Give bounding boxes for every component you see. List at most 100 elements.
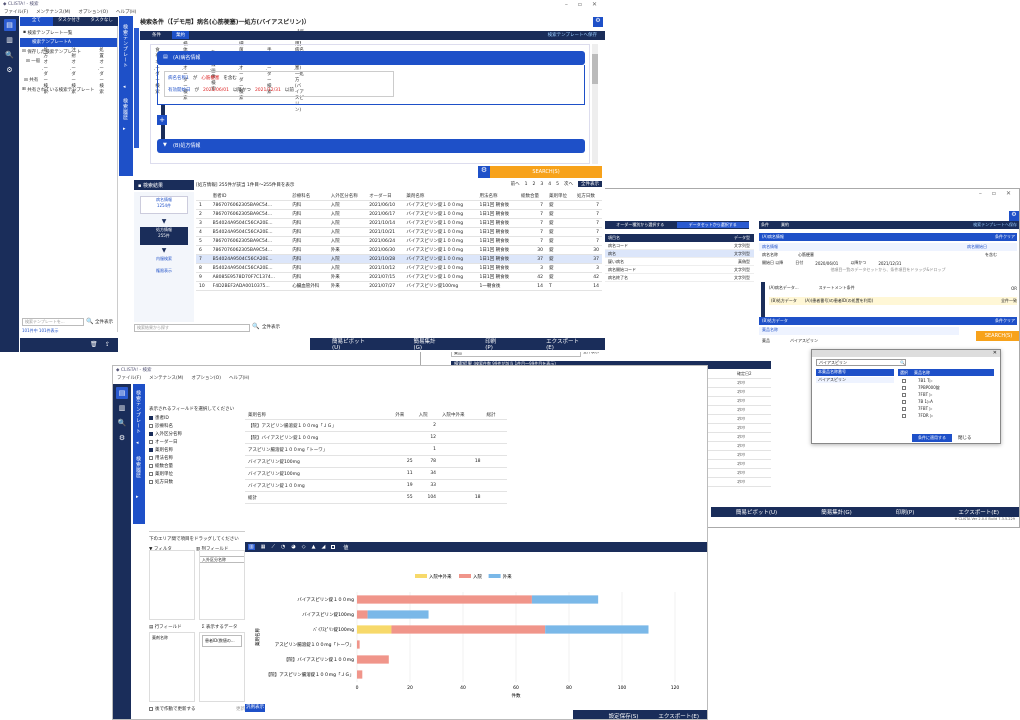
save-template-link[interactable]: 検索テンプレートへ保存 xyxy=(548,32,597,38)
side-prescription-info[interactable]: 処方情報 255件 xyxy=(140,227,188,245)
value-drop-area[interactable]: 患者ID(数値の... xyxy=(199,632,245,702)
bar-chart-icon[interactable]: ▥ xyxy=(248,544,255,550)
field-checkbox[interactable] xyxy=(149,480,153,484)
value-field-chip[interactable]: 患者ID(数値の... xyxy=(202,635,242,647)
menu-item[interactable]: オプション(O) xyxy=(78,9,108,15)
bar-segment[interactable] xyxy=(391,625,546,634)
cond-scrollbar[interactable] xyxy=(592,44,598,164)
menu-item[interactable]: ファイル(F) xyxy=(4,9,28,15)
table-row[interactable]: 6 7867076062305BA9C54... 内科 外来 2021/06/30 バイア… xyxy=(196,245,602,255)
menu-item[interactable]: ヘルプ(H) xyxy=(229,375,249,381)
column-header[interactable]: 総数合量 xyxy=(518,192,546,201)
tab-with-task[interactable]: タスク付き xyxy=(53,17,86,26)
save-settings-button[interactable]: 設定保存(S) xyxy=(599,712,649,720)
popup-list-item[interactable]: 7FBT ▷ xyxy=(898,391,994,398)
pivot-button[interactable]: 簡易ピボット(U) xyxy=(310,337,392,351)
field-row[interactable]: 疑い病名 真偽型 xyxy=(604,258,754,266)
donut-chart-icon[interactable]: ◕ xyxy=(291,544,295,550)
search-icon[interactable]: 🔍 xyxy=(116,417,128,429)
w2-print-button[interactable]: 印刷(P) xyxy=(874,508,937,516)
vtab-template[interactable]: 検索テンプレート xyxy=(135,390,142,434)
w3-export-button[interactable]: エクスポート(E) xyxy=(648,712,707,720)
tree-item[interactable]: · 注射オーダー検索 xyxy=(48,48,76,95)
bar-segment[interactable] xyxy=(357,640,360,649)
popup-search-input[interactable]: バイアスピリン 🔍 xyxy=(816,359,906,366)
scatter-chart-icon[interactable]: ◢ xyxy=(321,544,325,550)
field-checkbox[interactable] xyxy=(149,448,153,452)
area-chart-icon[interactable]: ▲ xyxy=(312,544,316,550)
pager-item[interactable]: 前へ xyxy=(511,181,520,187)
tree-item[interactable]: · 処方オーダー検索 xyxy=(20,48,48,95)
field-checkbox[interactable] xyxy=(149,432,153,436)
bar-segment[interactable] xyxy=(357,655,389,664)
field-row[interactable]: 病名開始コード 文字列型 xyxy=(604,266,754,274)
table-row[interactable]: 7 B54024A9504C56CA20E... 内科 入院 2021/10/28 バイア… xyxy=(196,254,602,264)
bar-segment[interactable] xyxy=(545,625,649,634)
w2-search-button[interactable]: SEARCH(S) xyxy=(976,331,1019,341)
popup-list-item[interactable]: 7B1 T▷ xyxy=(898,377,994,384)
tab-conditions[interactable]: 条件 xyxy=(761,222,769,228)
side-disease-info[interactable]: 病名情報 1254件 xyxy=(140,196,188,214)
defer-checkbox[interactable] xyxy=(149,707,153,711)
field-checkbox[interactable] xyxy=(149,416,153,420)
bar-segment[interactable] xyxy=(357,625,392,634)
gear-icon[interactable]: ⚙ xyxy=(116,432,128,444)
table-row[interactable]: 8 B54024A9504C56CA20E... 内科 入院 2021/10/12 バイア… xyxy=(196,263,602,273)
settings-gear-icon[interactable]: ⚙ xyxy=(478,166,490,178)
field-row[interactable]: 病名終了名 文字列型 xyxy=(604,274,754,282)
field-row[interactable]: 病名 文字列型 xyxy=(604,250,754,258)
clear-b-button[interactable]: 条件クリア xyxy=(995,318,1015,324)
template-search-input[interactable]: 検索テンプレートを... xyxy=(22,318,84,326)
expand-right-icon[interactable]: ▸ xyxy=(123,126,126,132)
tab-conditions[interactable]: 条件 xyxy=(152,32,161,38)
field-checkbox[interactable] xyxy=(149,424,153,428)
pivot-field-option[interactable]: 用法名称 xyxy=(149,454,245,462)
item-checkbox[interactable] xyxy=(902,385,906,390)
column-header[interactable]: オーダー日 xyxy=(366,192,404,201)
gear-icon[interactable]: ⚙ xyxy=(593,17,603,27)
w2-export-button[interactable]: エクスポート(E) xyxy=(936,508,1019,516)
bar-segment[interactable] xyxy=(357,595,532,604)
value-checkbox[interactable] xyxy=(331,545,336,549)
pager-item[interactable]: 次へ xyxy=(564,181,573,187)
bar-segment[interactable] xyxy=(367,610,429,619)
trash-icon[interactable]: 🗑 xyxy=(90,341,98,348)
search-button[interactable]: SEARCH(S) xyxy=(490,166,602,178)
pager-item[interactable]: 4 xyxy=(548,182,551,187)
item-checkbox[interactable] xyxy=(902,413,906,418)
col-field-chip[interactable]: 入外区分名称 xyxy=(199,556,245,563)
tab-without-task[interactable]: タスクなし xyxy=(85,17,118,26)
bar-segment[interactable] xyxy=(357,670,363,679)
pager-item[interactable]: 5 xyxy=(556,182,559,187)
pivot-field-option[interactable]: 総数合量 xyxy=(149,462,245,470)
column-header[interactable]: 用法名称 xyxy=(476,192,519,201)
popup-list-item[interactable]: 7B 1▷A xyxy=(898,398,994,405)
tree-item[interactable]: · 処置オーダー検索 xyxy=(76,48,104,95)
minimize-icon[interactable]: – xyxy=(979,190,982,197)
tab-summary[interactable]: 業約 xyxy=(781,222,789,228)
save-template-link[interactable]: 検索テンプレートへ保存 xyxy=(973,222,1017,228)
w2-aggregate-button[interactable]: 簡易集計(G) xyxy=(799,508,874,516)
popup-list-item[interactable]: 7FBT ▷ xyxy=(898,405,994,412)
side-internal-search[interactable]: 内服検索 xyxy=(140,256,188,262)
template-search-icon[interactable]: 🔍 xyxy=(86,318,93,325)
menu-item[interactable]: オプション(O) xyxy=(191,375,221,381)
tab-all[interactable]: 全て xyxy=(20,17,53,26)
table-row[interactable]: 1 7867076062305BA9C54... 内科 入院 2021/06/10 バイア… xyxy=(196,200,602,210)
pager-item[interactable]: 3 xyxy=(540,182,543,187)
vtab-history[interactable]: 検索履歴 xyxy=(135,456,142,478)
table-row[interactable]: 9 A8085E9578D70F7C1374... 内科 外来 2021/07/15 バイ… xyxy=(196,272,602,282)
pager-show-all[interactable]: 全件表示 xyxy=(578,181,602,187)
field-checkbox[interactable] xyxy=(149,464,153,468)
pivot-field-option[interactable]: 薬剤名称 xyxy=(149,446,245,454)
row-drop-area[interactable]: 薬剤名称 xyxy=(149,632,195,702)
field-row[interactable]: 病名コード 文字列型 xyxy=(604,242,754,250)
row-field-chip[interactable]: 薬剤名称 xyxy=(150,633,194,643)
side-permission-view[interactable]: 権限表示 xyxy=(140,268,188,274)
tab-dataset[interactable]: データセットから選択する xyxy=(676,222,749,228)
table-row[interactable]: 2 7867076062305BA9C54... 内科 入院 2021/06/17 バイア… xyxy=(196,209,602,219)
search-screen-icon[interactable]: ▤ xyxy=(116,387,128,399)
search-screen-icon[interactable]: ▤ xyxy=(3,19,16,31)
table-row[interactable]: 5 7867076062305BA9C54... 内科 入院 2021/06/24 バイア… xyxy=(196,236,602,246)
close-icon[interactable]: ✕ xyxy=(1006,190,1011,197)
